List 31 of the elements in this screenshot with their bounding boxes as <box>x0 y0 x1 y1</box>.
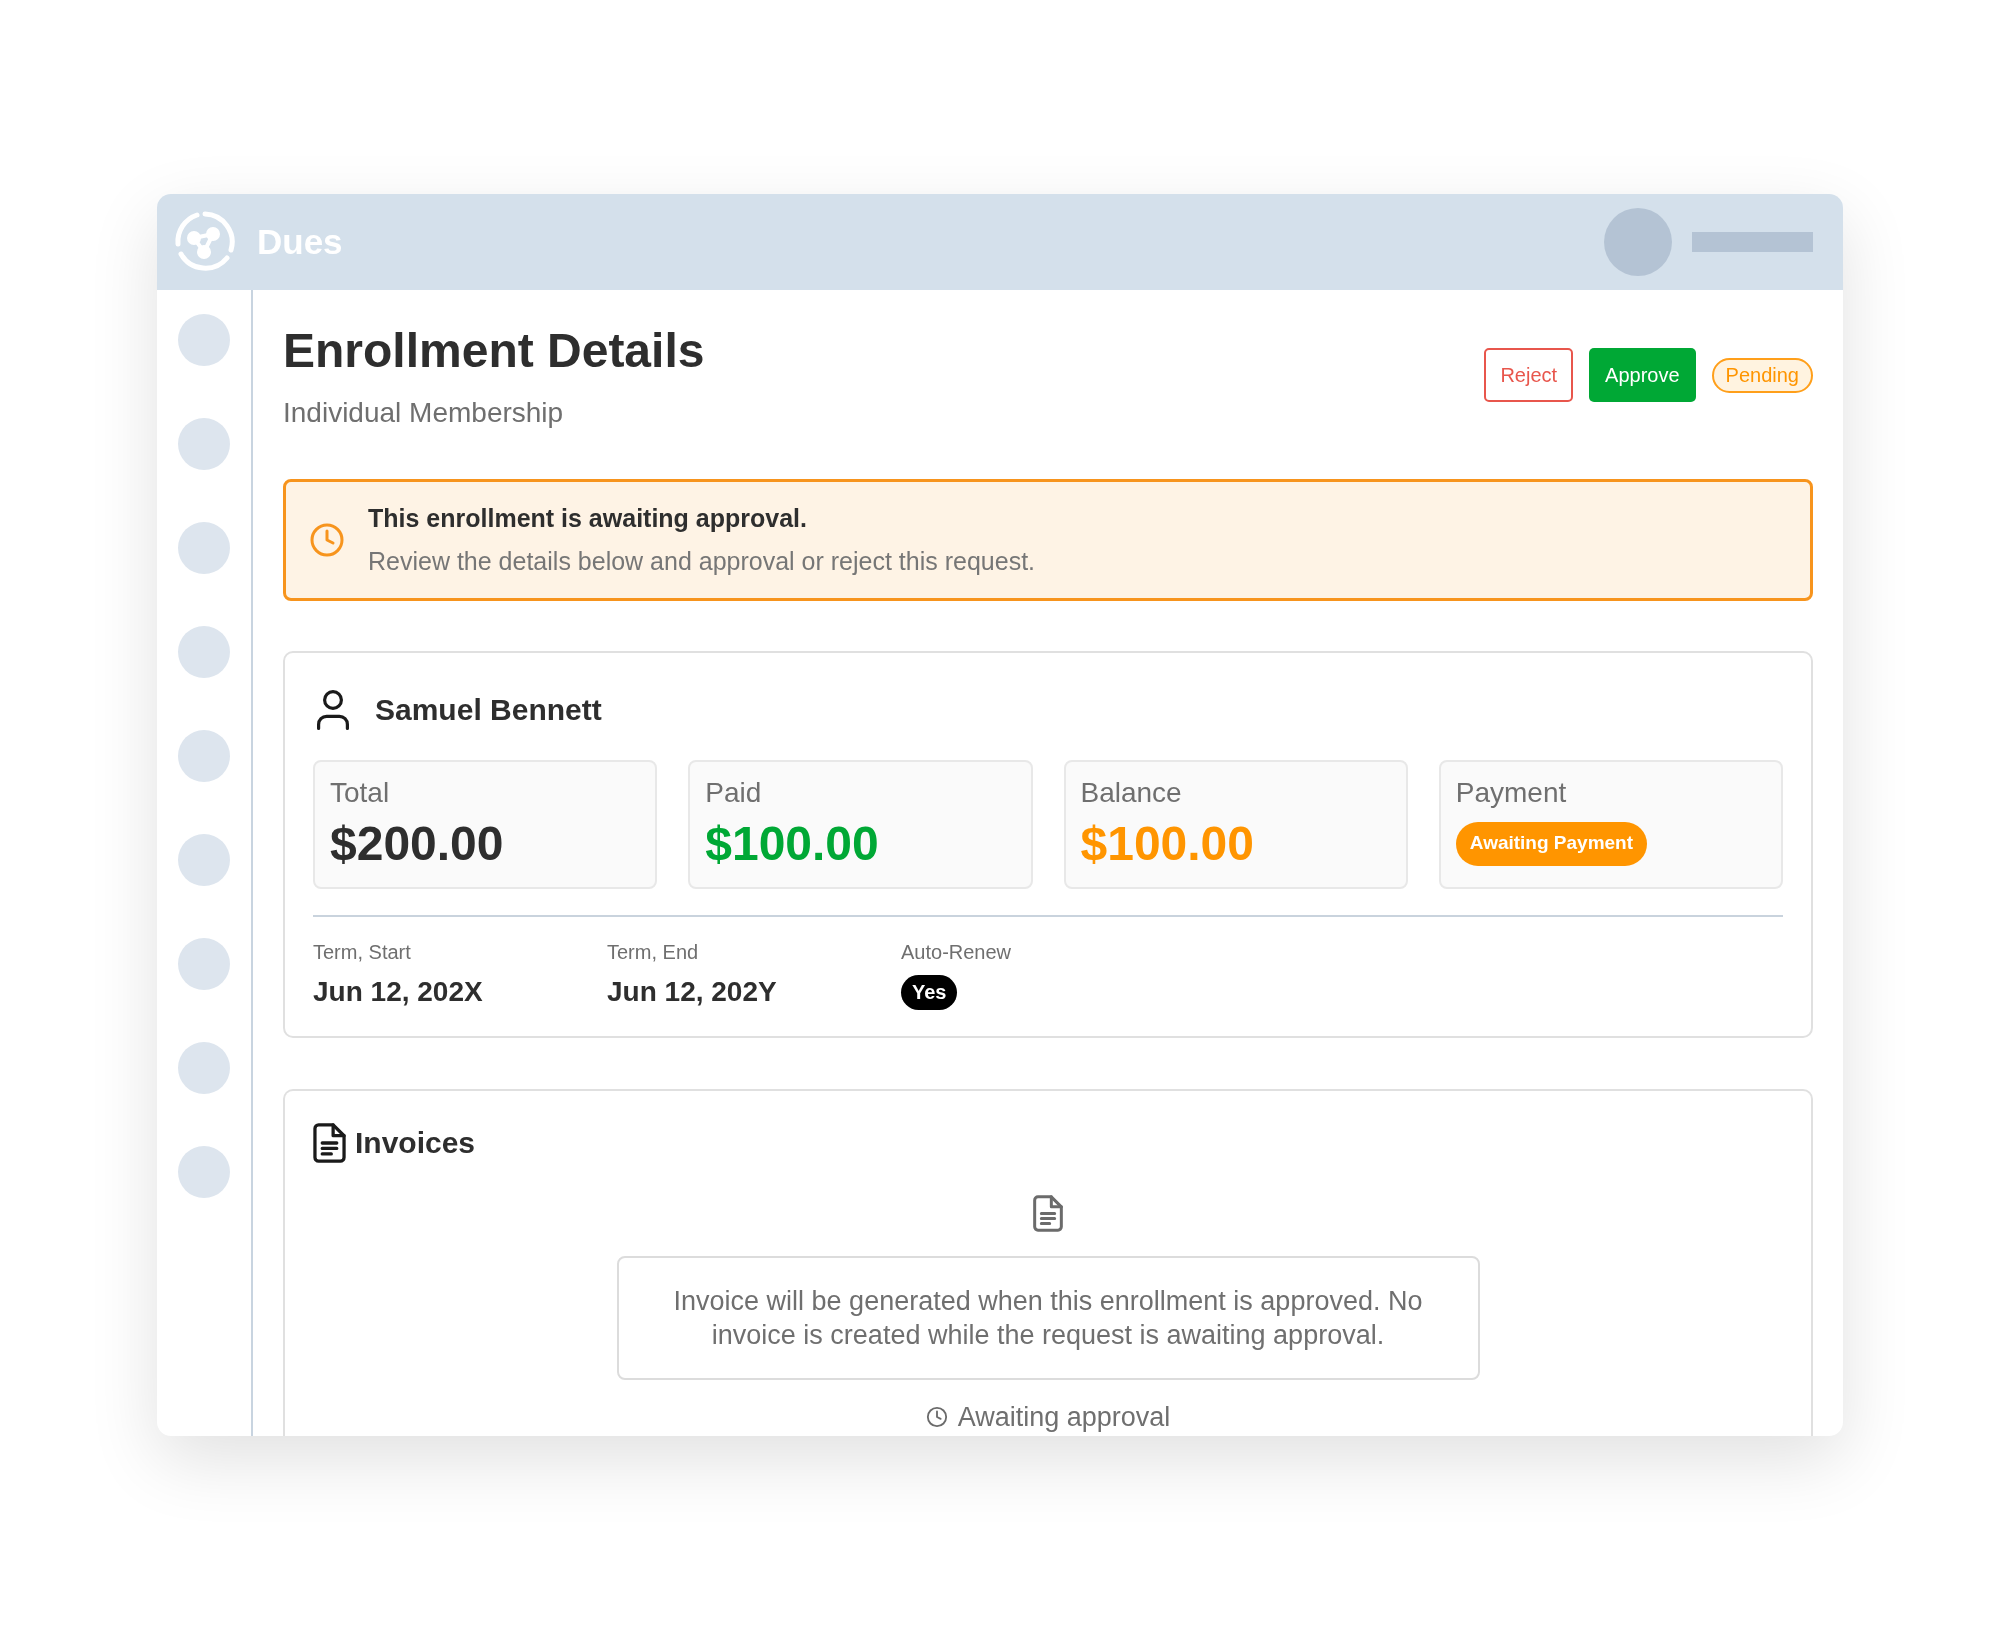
term-date: Jun 12, 202X <box>313 975 484 1009</box>
stat-label: Paid <box>705 776 763 810</box>
term-label: Auto-Renew <box>901 940 1013 964</box>
auto-renew-badge: Yes <box>901 974 958 1010</box>
term-label: Term, Start <box>313 940 412 964</box>
stat-label: Payment <box>1455 776 1568 810</box>
clock-icon <box>925 1406 948 1428</box>
document-icon <box>1033 1195 1063 1232</box>
person-icon <box>317 690 349 730</box>
alert-message: Review the details below and approval or reject this request. <box>368 546 1036 577</box>
invoices-title: Invoices <box>355 1125 476 1161</box>
amount-value: $100.00 <box>1080 816 1255 871</box>
stat-label: Total <box>330 776 391 810</box>
logo-icon <box>173 210 237 274</box>
page-subtitle: Individual Membership <box>283 396 565 430</box>
clock-icon <box>309 522 345 558</box>
stat-label: Balance <box>1080 776 1183 810</box>
alert-title: This enrollment is awaiting approval. <box>368 503 808 534</box>
amount-value: $200.00 <box>330 816 505 871</box>
invoice-info-message: Invoice will be generated when this enrollment is approved. No invoice is created while the request is awaiting approval. <box>616 1256 1480 1380</box>
reject-button[interactable]: Reject <box>1484 348 1574 402</box>
payment-status-badge: Awaiting Payment <box>1455 821 1648 866</box>
term-date: Jun 12, 202Y <box>607 975 778 1009</box>
document-icon <box>313 1123 346 1163</box>
approve-button[interactable]: Approve <box>1589 348 1696 402</box>
term-label: Term, End <box>607 940 700 964</box>
page-title: Enrollment Details <box>283 323 705 379</box>
invoice-status: Awaiting approval <box>957 1401 1171 1434</box>
amount-value: $100.00 <box>705 816 880 871</box>
status-badge: Pending <box>1711 357 1813 393</box>
member-name: Samuel Bennett <box>375 692 602 728</box>
